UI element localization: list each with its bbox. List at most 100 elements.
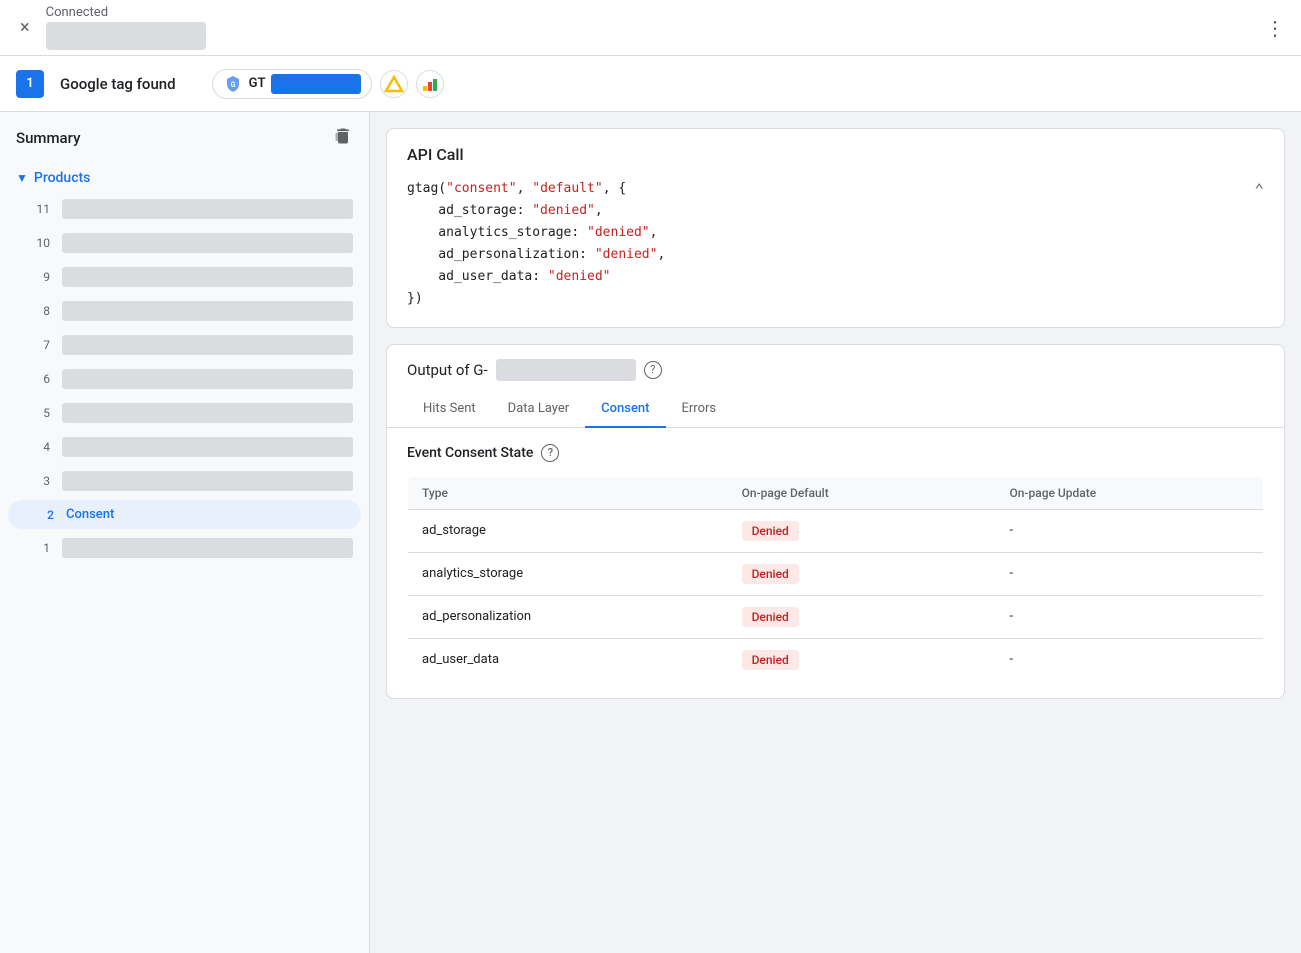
gt-prefix: GT	[249, 76, 266, 91]
code-block: gtag("consent", "default", { ad_storage:…	[407, 178, 1264, 311]
consent-section: Event Consent State ? Type On-page Defau…	[387, 428, 1284, 698]
item-number: 4	[32, 440, 50, 454]
tab-consent[interactable]: Consent	[585, 391, 665, 428]
products-section-label: Products	[34, 170, 91, 186]
item-redacted	[62, 437, 353, 457]
list-item[interactable]: 5	[0, 396, 369, 430]
item-number: 8	[32, 304, 50, 318]
tag-found-label: Google tag found	[60, 75, 176, 93]
table-row: analytics_storage Denied -	[408, 552, 1264, 595]
update-cell: -	[995, 595, 1263, 638]
sidebar: Summary ▼ Products 11 10 9	[0, 112, 370, 953]
item-redacted	[62, 301, 353, 321]
consent-table: Type On-page Default On-page Update ad_s…	[407, 476, 1264, 682]
api-call-title: API Call	[407, 145, 1264, 164]
denied-badge: Denied	[742, 607, 799, 627]
svg-text:G: G	[230, 81, 235, 89]
item-number: 6	[32, 372, 50, 386]
item-redacted	[62, 267, 353, 287]
main-layout: Summary ▼ Products 11 10 9	[0, 112, 1301, 953]
col-header-type: Type	[408, 476, 728, 509]
table-row: ad_user_data Denied -	[408, 638, 1264, 681]
denied-badge: Denied	[742, 564, 799, 584]
top-bar: × Connected ⋮	[0, 0, 1301, 56]
sidebar-item-consent[interactable]: 2 Consent	[8, 500, 361, 529]
sidebar-section-header[interactable]: ▼ Products	[0, 164, 369, 192]
tag-icons: G GT	[212, 69, 445, 99]
tag-id-redacted	[271, 74, 361, 94]
item-redacted	[62, 403, 353, 423]
type-cell: ad_storage	[408, 509, 728, 552]
update-cell: -	[995, 509, 1263, 552]
gtm-icon-wrapper[interactable]: G GT	[212, 69, 373, 99]
item-number: 1	[32, 541, 50, 555]
type-cell: analytics_storage	[408, 552, 728, 595]
code-text: gtag("consent", "default", { ad_storage:…	[407, 178, 1244, 311]
default-cell: Denied	[728, 509, 996, 552]
table-row: ad_storage Denied -	[408, 509, 1264, 552]
output-id-redacted	[496, 359, 636, 381]
output-title-prefix: Output of G-	[407, 361, 488, 379]
top-bar-status-area: Connected	[46, 5, 206, 50]
connected-label: Connected	[46, 5, 108, 20]
consent-item-label: Consent	[66, 507, 114, 522]
list-item[interactable]: 7	[0, 328, 369, 362]
tab-errors[interactable]: Errors	[666, 391, 733, 428]
update-cell: -	[995, 638, 1263, 681]
list-item[interactable]: 3	[0, 464, 369, 498]
item-redacted	[62, 233, 353, 253]
tab-hits-sent[interactable]: Hits Sent	[407, 391, 492, 428]
denied-badge: Denied	[742, 521, 799, 541]
more-options-button[interactable]: ⋮	[1265, 16, 1285, 40]
consent-help-icon[interactable]: ?	[541, 444, 559, 462]
item-number: 7	[32, 338, 50, 352]
list-item[interactable]: 4	[0, 430, 369, 464]
ads-svg	[384, 74, 404, 94]
gtm-shield-icon: G	[223, 74, 243, 94]
output-card: Output of G- ? Hits Sent Data Layer Cons…	[386, 344, 1285, 699]
api-call-card: API Call gtag("consent", "default", { ad…	[386, 128, 1285, 328]
list-item[interactable]: 1	[0, 531, 369, 565]
consent-section-title: Event Consent State ?	[407, 444, 1264, 462]
item-number: 9	[32, 270, 50, 284]
item-redacted	[62, 335, 353, 355]
item-number: 11	[32, 202, 50, 216]
analytics-svg	[420, 74, 440, 94]
tag-badge: 1	[16, 70, 44, 98]
item-number: 10	[32, 236, 50, 250]
sidebar-title: Summary	[16, 129, 80, 147]
item-number: 5	[32, 406, 50, 420]
type-cell: ad_user_data	[408, 638, 728, 681]
content-area: API Call gtag("consent", "default", { ad…	[370, 112, 1301, 953]
type-cell: ad_personalization	[408, 595, 728, 638]
denied-badge: Denied	[742, 650, 799, 670]
item-number: 3	[32, 474, 50, 488]
tag-bar: 1 Google tag found G GT	[0, 56, 1301, 112]
item-redacted	[62, 199, 353, 219]
analytics-icon[interactable]	[416, 70, 444, 98]
event-consent-state-label: Event Consent State	[407, 445, 533, 461]
output-help-icon[interactable]: ?	[644, 361, 662, 379]
list-item[interactable]: 11	[0, 192, 369, 226]
item-redacted	[62, 369, 353, 389]
list-item[interactable]: 6	[0, 362, 369, 396]
col-header-update: On-page Update	[995, 476, 1263, 509]
default-cell: Denied	[728, 595, 996, 638]
default-cell: Denied	[728, 638, 996, 681]
list-item[interactable]: 10	[0, 226, 369, 260]
table-row: ad_personalization Denied -	[408, 595, 1264, 638]
close-button[interactable]: ×	[16, 13, 34, 42]
item-redacted	[62, 538, 353, 558]
redacted-bar	[46, 22, 206, 50]
delete-icon[interactable]	[333, 126, 353, 150]
item-redacted	[62, 471, 353, 491]
google-ads-icon[interactable]	[380, 70, 408, 98]
tab-data-layer[interactable]: Data Layer	[492, 391, 586, 428]
output-header: Output of G- ?	[387, 345, 1284, 381]
list-item[interactable]: 8	[0, 294, 369, 328]
item-number-active: 2	[36, 508, 54, 522]
list-item[interactable]: 9	[0, 260, 369, 294]
output-tabs: Hits Sent Data Layer Consent Errors	[387, 391, 1284, 428]
collapse-icon[interactable]: ⌃	[1254, 178, 1264, 205]
default-cell: Denied	[728, 552, 996, 595]
